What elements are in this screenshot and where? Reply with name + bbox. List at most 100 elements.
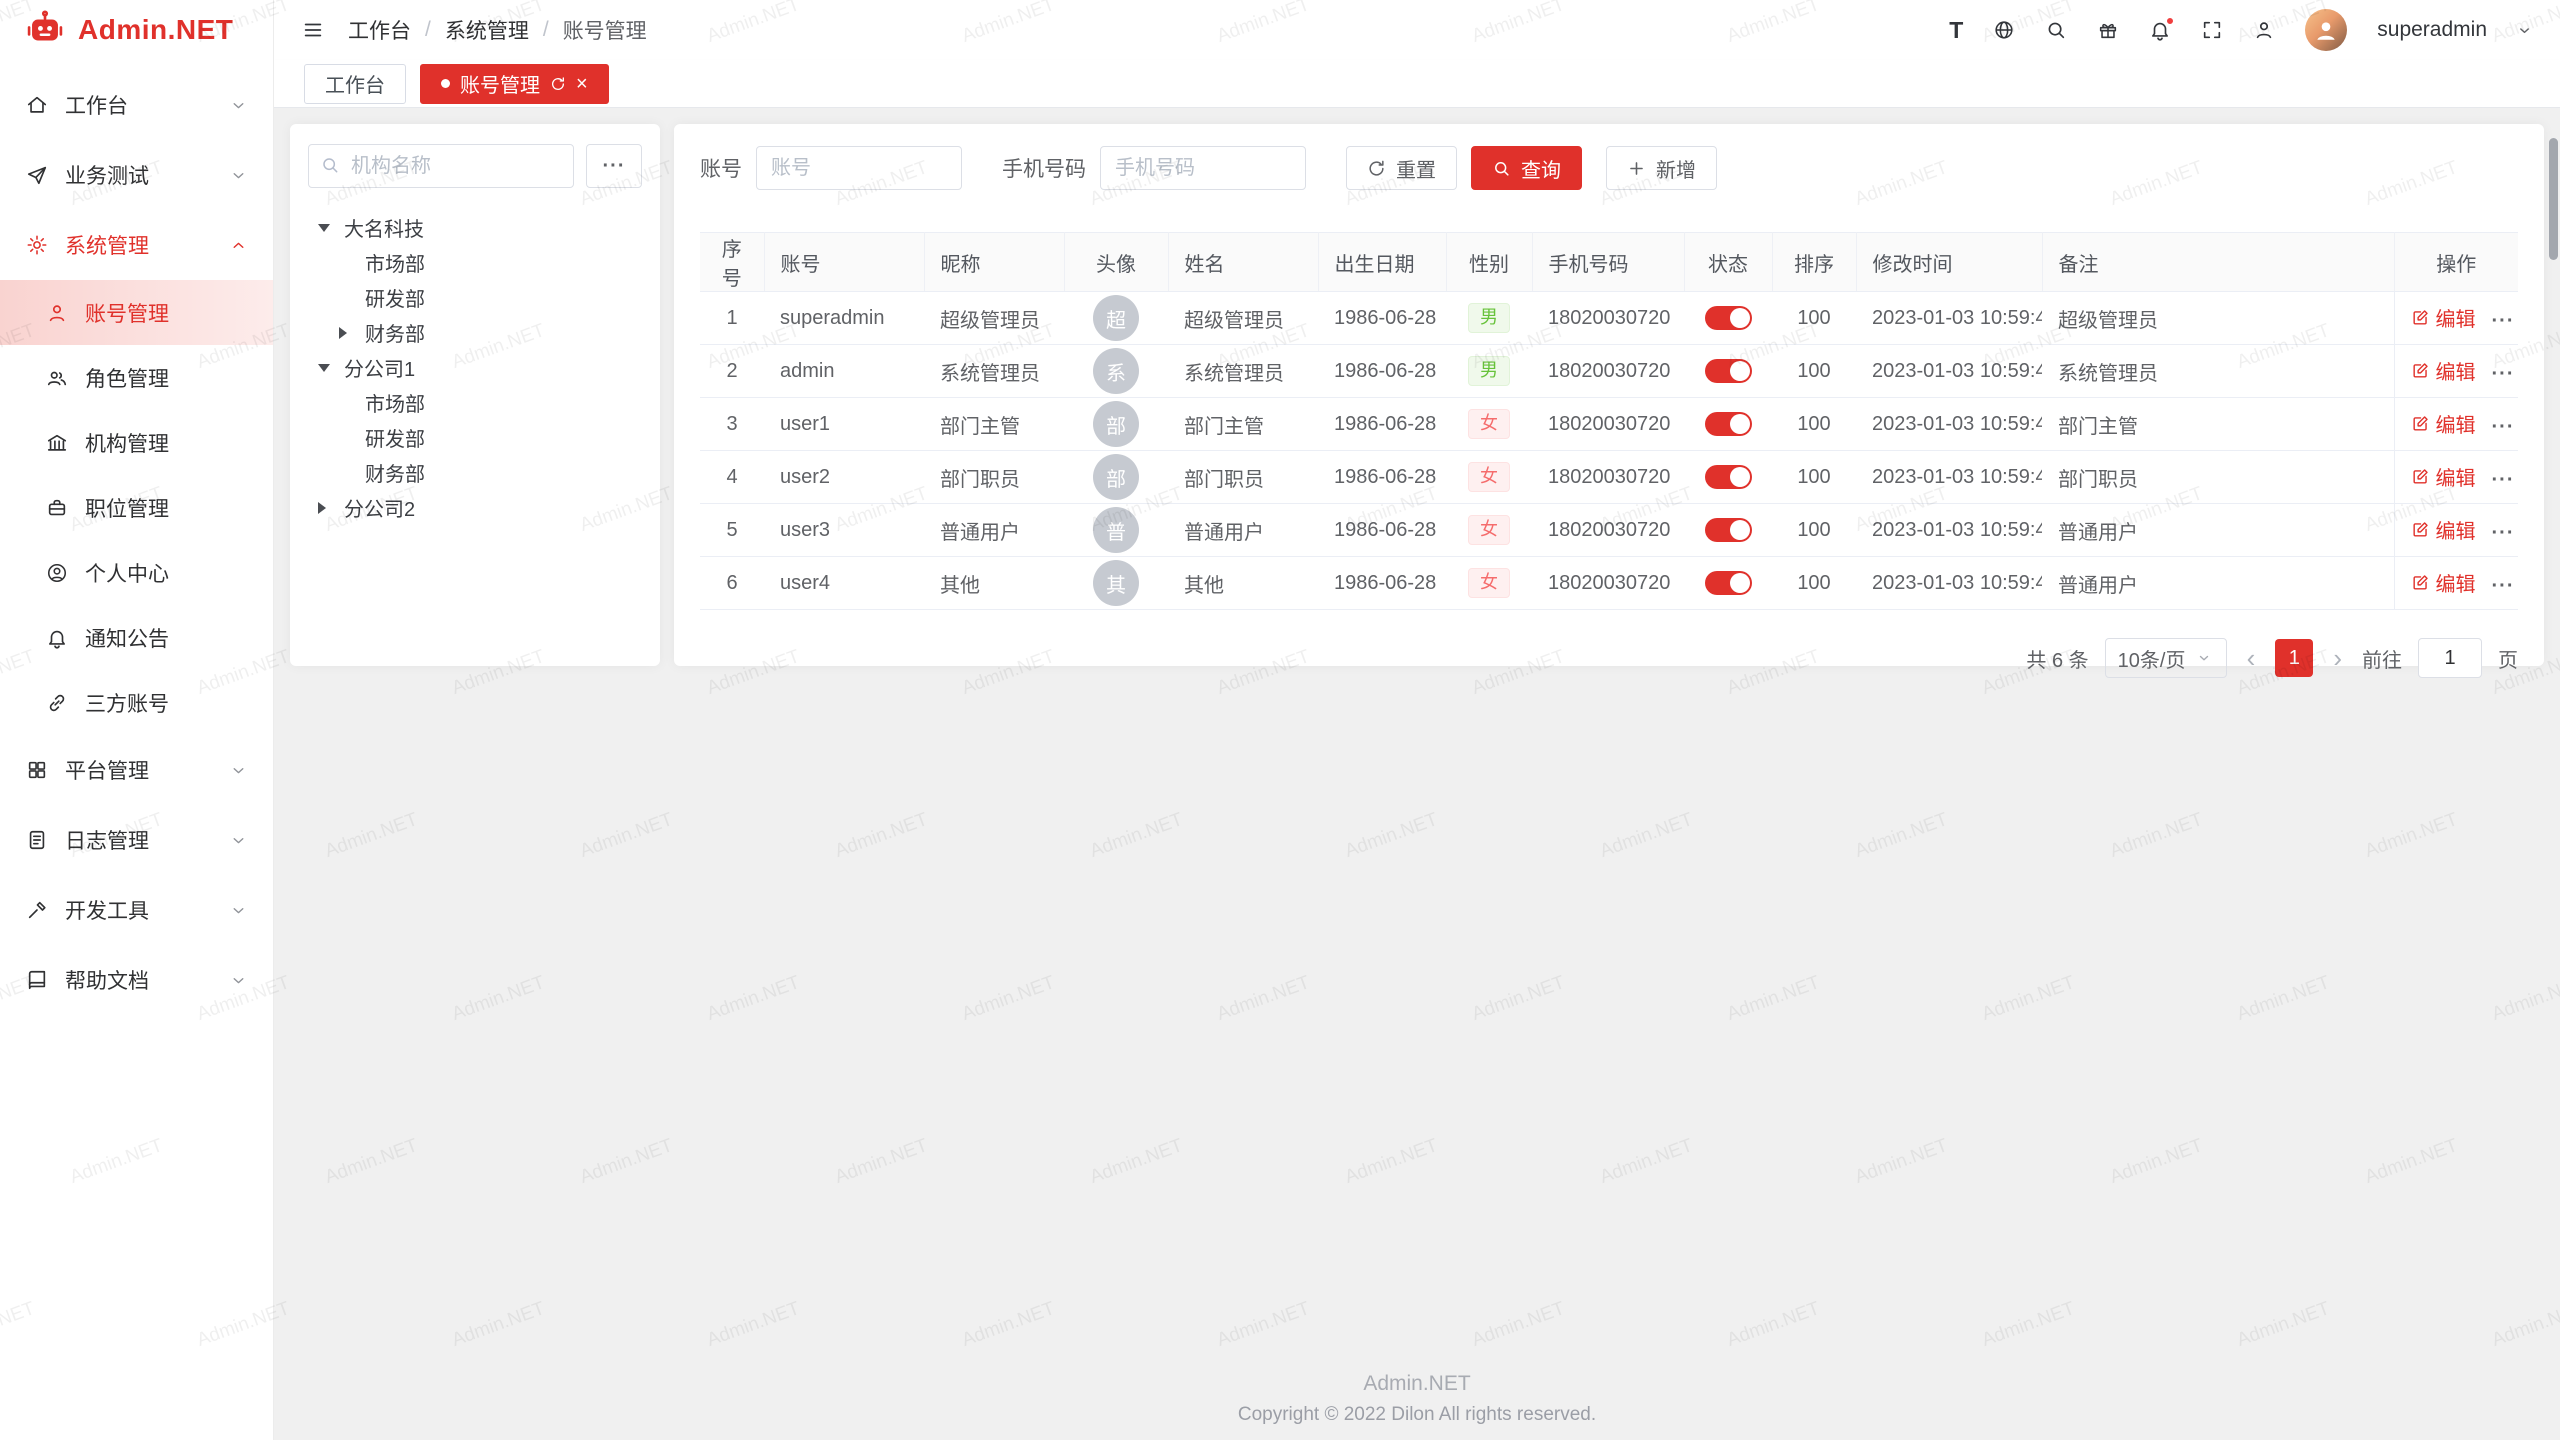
tree-node[interactable]: 分公司2 — [308, 490, 642, 525]
edit-button[interactable]: 编辑 — [2411, 462, 2476, 491]
row-more-button[interactable]: ··· — [2492, 363, 2515, 385]
gender-tag: 女 — [1468, 568, 1510, 598]
scrollbar-thumb[interactable] — [2549, 138, 2558, 260]
breadcrumb-separator: / — [425, 18, 431, 42]
breadcrumb-item[interactable]: 系统管理 — [445, 15, 529, 45]
font-size-icon[interactable]: T — [1949, 19, 1963, 41]
org-more-button[interactable]: ··· — [586, 144, 642, 188]
refresh-icon[interactable] — [550, 76, 566, 92]
sidebar-item-business-test[interactable]: 业务测试 — [0, 140, 273, 210]
tree-node[interactable]: 市场部 — [308, 245, 642, 280]
cell-status — [1684, 292, 1772, 345]
edit-button[interactable]: 编辑 — [2411, 409, 2476, 438]
profile-outline-icon[interactable] — [2253, 19, 2275, 41]
tree-node[interactable]: 大名科技 — [308, 210, 642, 245]
gift-icon[interactable] — [2097, 19, 2119, 41]
status-toggle[interactable] — [1705, 359, 1752, 383]
cell-birthdate: 1986-06-28 — [1318, 345, 1446, 398]
sidebar-item-platform-management[interactable]: 平台管理 — [0, 735, 273, 805]
close-icon[interactable]: × — [576, 76, 588, 92]
caret-right-icon[interactable] — [318, 502, 344, 514]
chevron-down-icon[interactable] — [2517, 23, 2532, 38]
sidebar-item-role-management[interactable]: 角色管理 — [0, 345, 273, 410]
footer-title: Admin.NET — [274, 1372, 2560, 1396]
sidebar-item-account-management[interactable]: 账号管理 — [0, 280, 273, 345]
notification-bell-icon[interactable] — [2149, 19, 2171, 41]
row-avatar: 其 — [1093, 560, 1139, 606]
col-header: 性别 — [1446, 233, 1532, 292]
prev-page-button[interactable]: ‹ — [2243, 645, 2260, 671]
sidebar-item-third-party-account[interactable]: 三方账号 — [0, 670, 273, 735]
col-header: 备注 — [2042, 233, 2394, 292]
tree-node[interactable]: 研发部 — [308, 280, 642, 315]
query-toolbar: 账号 手机号码 重置 查询 新增 — [700, 146, 2518, 190]
cell-nickname: 系统管理员 — [924, 345, 1064, 398]
sidebar-item-position-management[interactable]: 职位管理 — [0, 475, 273, 540]
sidebar-item-label: 平台管理 — [65, 755, 213, 785]
tab-account-management[interactable]: 账号管理 × — [420, 64, 609, 104]
caret-down-icon[interactable] — [318, 364, 344, 372]
status-toggle[interactable] — [1705, 518, 1752, 542]
tree-node[interactable]: 财务部 — [308, 315, 642, 350]
tree-node[interactable]: 研发部 — [308, 420, 642, 455]
caret-right-icon[interactable] — [339, 327, 365, 339]
cell-gender: 女 — [1446, 557, 1532, 610]
globe-icon[interactable] — [1993, 19, 2015, 41]
sidebar-item-org-management[interactable]: 机构管理 — [0, 410, 273, 475]
search-button[interactable]: 查询 — [1471, 146, 1582, 190]
sidebar-item-personal-center[interactable]: 个人中心 — [0, 540, 273, 605]
cell-name: 系统管理员 — [1168, 345, 1318, 398]
edit-button[interactable]: 编辑 — [2411, 515, 2476, 544]
fullscreen-icon[interactable] — [2201, 19, 2223, 41]
gender-tag: 男 — [1468, 303, 1510, 333]
account-input[interactable] — [756, 146, 962, 190]
user-avatar[interactable] — [2305, 9, 2347, 51]
row-more-button[interactable]: ··· — [2492, 416, 2515, 438]
reset-button[interactable]: 重置 — [1346, 146, 1457, 190]
tab-workbench[interactable]: 工作台 — [304, 64, 406, 104]
gender-tag: 女 — [1468, 515, 1510, 545]
username-label[interactable]: superadmin — [2377, 18, 2487, 42]
hamburger-menu-icon[interactable] — [302, 19, 324, 41]
col-header: 状态 — [1684, 233, 1772, 292]
sidebar-item-log-management[interactable]: 日志管理 — [0, 805, 273, 875]
col-header: 排序 — [1772, 233, 1856, 292]
sidebar-item-dev-tools[interactable]: 开发工具 — [0, 875, 273, 945]
sidebar-item-system-management[interactable]: 系统管理 — [0, 210, 273, 280]
status-toggle[interactable] — [1705, 571, 1752, 595]
sidebar-item-workbench[interactable]: 工作台 — [0, 70, 273, 140]
cell-actions: 编辑 ··· — [2394, 451, 2518, 504]
cell-name: 其他 — [1168, 557, 1318, 610]
cell-avatar: 超 — [1064, 292, 1168, 345]
status-toggle[interactable] — [1705, 465, 1752, 489]
status-toggle[interactable] — [1705, 306, 1752, 330]
search-icon[interactable] — [2045, 19, 2067, 41]
cell-actions: 编辑 ··· — [2394, 292, 2518, 345]
page-size-select[interactable]: 10条/页 — [2105, 638, 2227, 678]
briefcase-icon — [46, 497, 68, 519]
tree-node[interactable]: 财务部 — [308, 455, 642, 490]
row-more-button[interactable]: ··· — [2492, 575, 2515, 597]
add-button[interactable]: 新增 — [1606, 146, 1717, 190]
sidebar-item-label: 业务测试 — [65, 160, 213, 190]
row-more-button[interactable]: ··· — [2492, 469, 2515, 491]
caret-down-icon[interactable] — [318, 224, 344, 232]
row-more-button[interactable]: ··· — [2492, 310, 2515, 332]
row-more-button[interactable]: ··· — [2492, 522, 2515, 544]
edit-button[interactable]: 编辑 — [2411, 303, 2476, 332]
goto-page-input[interactable] — [2418, 638, 2482, 678]
edit-button[interactable]: 编辑 — [2411, 568, 2476, 597]
edit-button[interactable]: 编辑 — [2411, 356, 2476, 385]
phone-input[interactable] — [1100, 146, 1306, 190]
page-number-button[interactable]: 1 — [2275, 639, 2313, 677]
tree-node[interactable]: 市场部 — [308, 385, 642, 420]
cell-sort: 100 — [1772, 345, 1856, 398]
sidebar-item-help-docs[interactable]: 帮助文档 — [0, 945, 273, 1015]
status-toggle[interactable] — [1705, 412, 1752, 436]
sidebar-item-notice[interactable]: 通知公告 — [0, 605, 273, 670]
next-page-button[interactable]: › — [2329, 645, 2346, 671]
tree-node[interactable]: 分公司1 — [308, 350, 642, 385]
org-search-input[interactable] — [308, 144, 574, 188]
breadcrumb-item[interactable]: 工作台 — [348, 15, 411, 45]
sidebar-item-label: 工作台 — [65, 90, 213, 120]
